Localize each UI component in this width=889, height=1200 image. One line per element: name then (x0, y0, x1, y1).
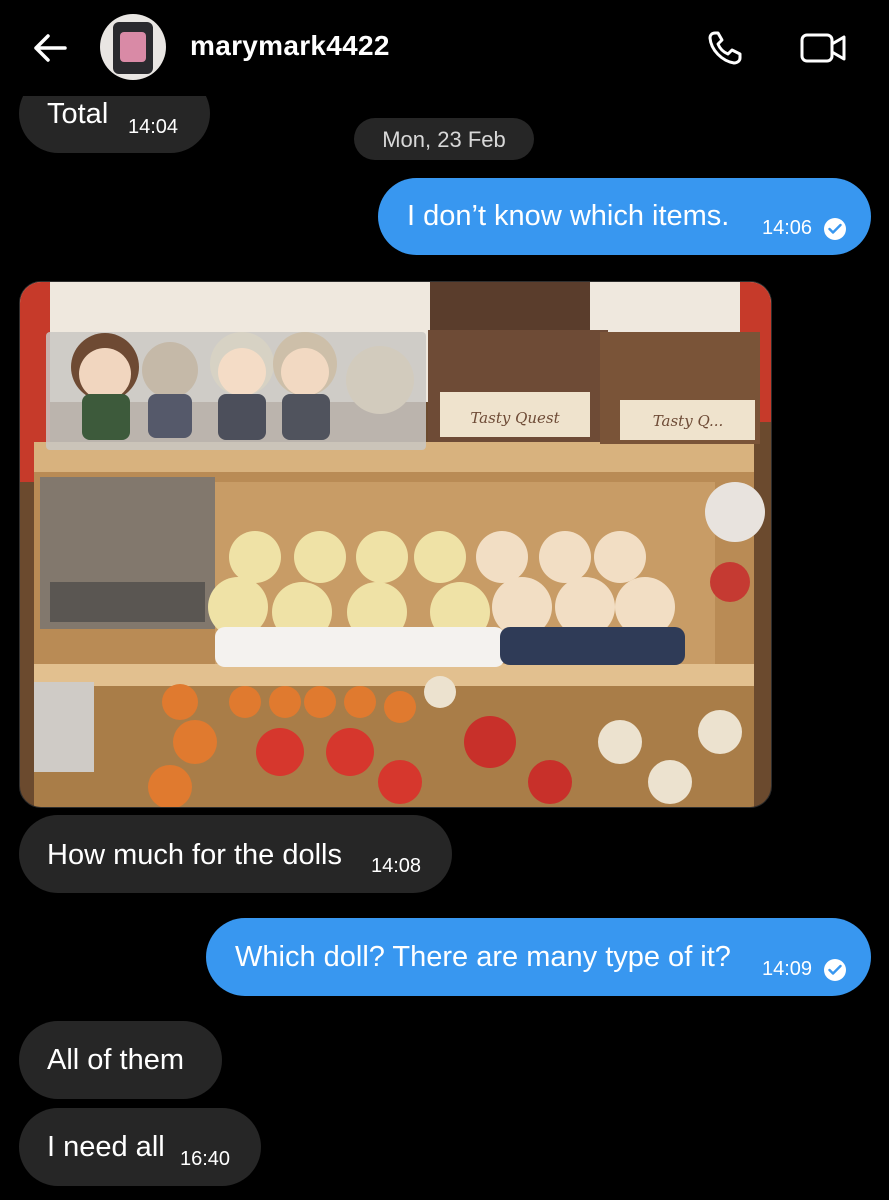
message-text: Which doll? There are many type of it? (235, 941, 731, 973)
message-bubble-outgoing[interactable]: I don’t know which items. 14:06 (378, 178, 871, 255)
message-bubble-incoming[interactable]: I need all 16:40 (19, 1108, 261, 1186)
message-time: 14:06 (762, 217, 813, 239)
date-separator: Mon, 23 Feb (354, 118, 534, 160)
message-text: I don’t know which items. (407, 200, 730, 232)
message-text: Total (47, 98, 109, 130)
phone-icon (708, 31, 742, 65)
avatar[interactable] (100, 14, 166, 80)
message-text: I need all (47, 1131, 165, 1163)
message-bubble-outgoing[interactable]: Which doll? There are many type of it? 1… (206, 918, 871, 996)
read-check-icon (824, 959, 846, 981)
video-camera-icon (800, 33, 846, 63)
message-time: 14:09 (762, 958, 813, 980)
message-time: 16:40 (180, 1148, 231, 1170)
message-text: How much for the dolls (47, 839, 342, 871)
message-time: 14:04 (128, 116, 179, 138)
message-bubble-incoming[interactable]: How much for the dolls 14:08 (19, 815, 452, 893)
read-check-icon (824, 218, 846, 240)
message-bubble-incoming[interactable]: All of them (19, 1021, 222, 1099)
call-button[interactable] (704, 28, 748, 68)
back-button[interactable] (28, 28, 72, 68)
username[interactable]: marymark4422 (190, 30, 390, 62)
message-time: 14:08 (371, 855, 422, 877)
box-label: Tasty Quest (470, 409, 560, 427)
shop-shelf-photo: Tasty Quest Tasty Q... (20, 282, 771, 807)
chat-header: marymark4422 (0, 0, 889, 96)
back-arrow-icon (34, 34, 67, 62)
video-call-button[interactable] (796, 28, 852, 68)
photo-message[interactable]: Tasty Quest Tasty Q... (19, 281, 772, 808)
box-label: Tasty Q... (653, 412, 724, 430)
chat-screen: marymark4422 Total 14:04 Mon, 23 Feb I d… (0, 0, 889, 1200)
message-text: All of them (47, 1044, 184, 1076)
